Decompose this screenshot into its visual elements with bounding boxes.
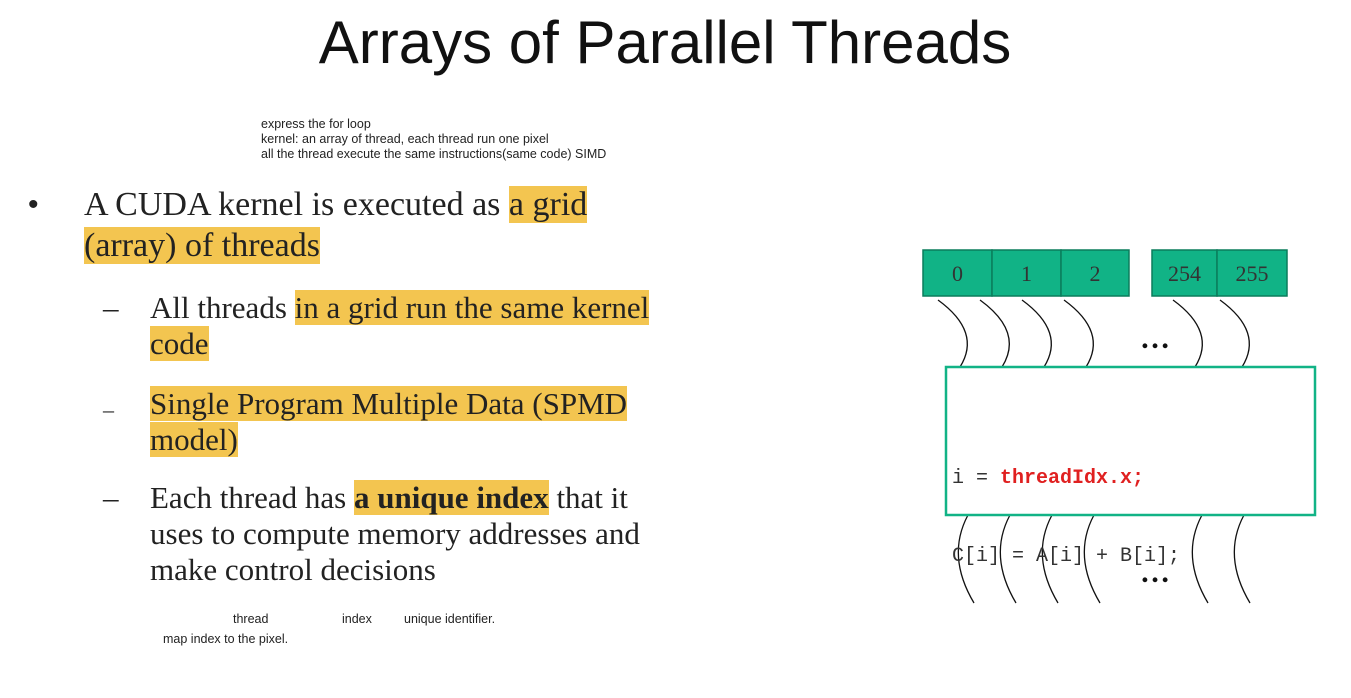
thread-cell-label: 254 bbox=[1168, 261, 1201, 286]
ellipsis-top: … bbox=[1140, 322, 1170, 355]
kernel-code: i = threadIdx.x; C[i] = A[i] + B[i]; bbox=[952, 414, 1180, 596]
thread-line bbox=[1191, 514, 1209, 604]
thread-cell-label: 2 bbox=[1090, 261, 1101, 286]
thread-line bbox=[979, 299, 1010, 368]
thread-line bbox=[937, 299, 968, 368]
code-line-1: i = threadIdx.x; bbox=[952, 467, 1145, 490]
thread-cell-label: 255 bbox=[1236, 261, 1269, 286]
thread-line bbox=[1063, 299, 1094, 368]
thread-line bbox=[1233, 514, 1251, 604]
thread-idx-highlight: threadIdx.x; bbox=[1000, 467, 1145, 490]
thread-line bbox=[1172, 299, 1203, 368]
thread-line bbox=[1219, 299, 1250, 368]
thread-cell-label: 1 bbox=[1021, 261, 1032, 286]
code-line-2: C[i] = A[i] + B[i]; bbox=[952, 545, 1181, 568]
thread-cell-label: 0 bbox=[952, 261, 963, 286]
thread-line bbox=[1021, 299, 1052, 368]
